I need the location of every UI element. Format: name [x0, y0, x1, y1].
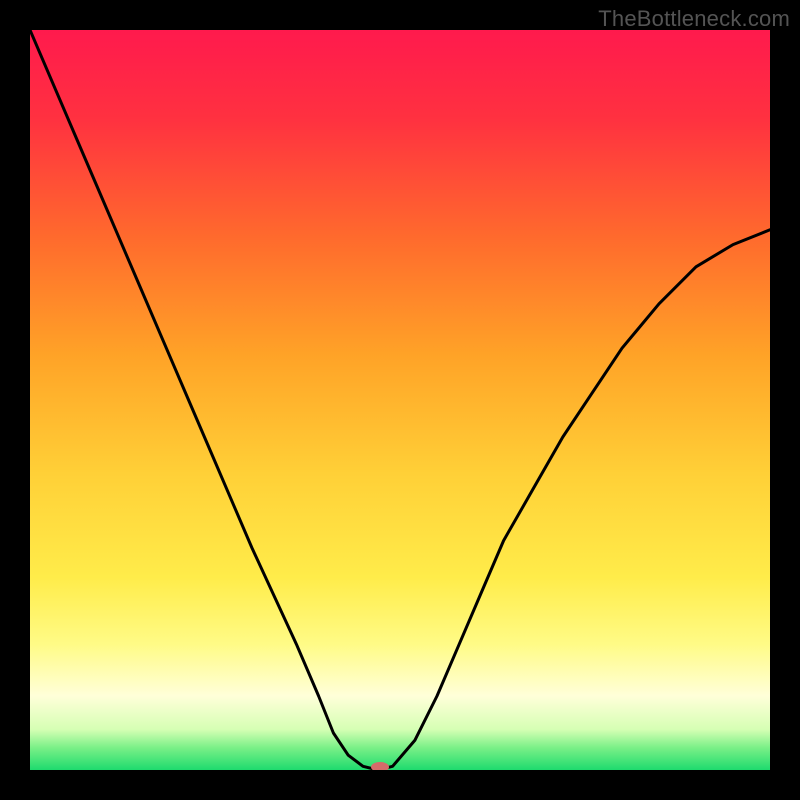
chart-frame: TheBottleneck.com [0, 0, 800, 800]
chart-background [30, 30, 770, 770]
chart-svg [30, 30, 770, 770]
watermark-text: TheBottleneck.com [598, 6, 790, 32]
plot-area [30, 30, 770, 770]
